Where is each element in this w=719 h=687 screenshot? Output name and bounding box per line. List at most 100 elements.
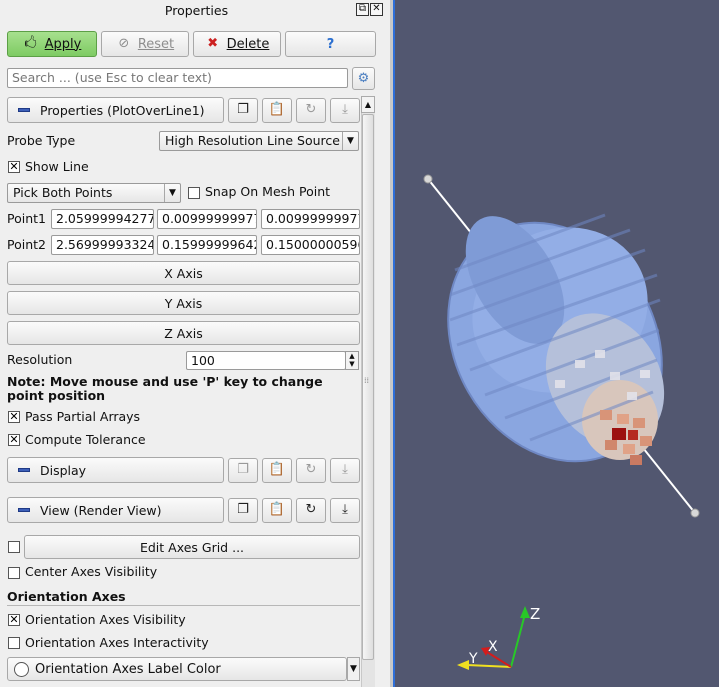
copy-icon: ❐ <box>237 502 249 517</box>
color-swatch-icon <box>14 661 29 677</box>
save-display-defaults-button[interactable]: ⤓ <box>330 458 360 483</box>
probe-type-label: Probe Type <box>7 133 76 148</box>
probe-point1-handle[interactable] <box>423 174 433 184</box>
reset-icon: ⊘ <box>118 36 130 51</box>
properties-section-label: Properties (PlotOverLine1) <box>40 102 205 118</box>
apply-icon: 🖒 <box>24 36 37 51</box>
resolution-stepper[interactable]: ▲ ▼ <box>345 351 359 370</box>
y-axis-label: Y <box>468 651 478 667</box>
reset-label: Reset <box>137 36 175 52</box>
paste-icon: 📋 <box>268 102 286 117</box>
orientation-axes-heading: Orientation Axes <box>7 589 126 604</box>
orientation-axes-interactivity-label: Orientation Axes Interactivity <box>25 635 209 650</box>
pass-partial-arrays-label: Pass Partial Arrays <box>25 409 141 424</box>
delete-icon: ✖ <box>207 36 219 51</box>
copy-view-button[interactable]: ❐ <box>228 498 258 523</box>
download-icon: ⤓ <box>342 102 348 117</box>
pick-points-value: Pick Both Points <box>13 185 113 200</box>
float-panel-button[interactable]: ⧉ <box>356 3 369 16</box>
grip-icon: ⁞⁞ <box>364 376 370 385</box>
save-view-defaults-button[interactable]: ⤓ <box>330 498 360 523</box>
point1-label: Point1 <box>7 211 46 226</box>
apply-button[interactable]: 🖒 Apply <box>7 31 97 57</box>
y-axis-label: Y Axis <box>164 295 203 311</box>
save-defaults-button[interactable]: ⤓ <box>330 98 360 123</box>
delete-button[interactable]: ✖ Delete <box>193 31 281 57</box>
display-section-label: Display <box>40 462 87 478</box>
edit-axes-grid-button[interactable]: Edit Axes Grid ... <box>24 535 360 559</box>
compute-tolerance-checkbox[interactable]: ✕ <box>8 434 20 446</box>
reset-button[interactable]: ⊘ Reset <box>101 31 189 57</box>
float-icon: ⧉ <box>358 3 367 14</box>
resolution-spinbox[interactable]: 100 <box>186 351 346 370</box>
orientation-axes-visibility-checkbox[interactable]: ✕ <box>8 614 20 626</box>
paste-icon: 📋 <box>268 462 286 477</box>
help-button[interactable]: ? <box>285 31 376 57</box>
close-icon: ✕ <box>372 3 381 14</box>
snap-mesh-point-label: Snap On Mesh Point <box>205 184 331 199</box>
x-axis-button[interactable]: X Axis <box>7 261 360 285</box>
paste-properties-button[interactable]: 📋 <box>262 98 292 123</box>
view-section-label: View (Render View) <box>40 502 162 518</box>
paste-display-button[interactable]: 📋 <box>262 458 292 483</box>
probe-point2-handle[interactable] <box>690 508 700 518</box>
orientation-axes-label-color-button[interactable]: Orientation Axes Label Color <box>7 657 347 681</box>
paste-view-button[interactable]: 📋 <box>262 498 292 523</box>
show-line-checkbox[interactable]: ✕ <box>8 161 20 173</box>
chevron-down-icon: ▼ <box>164 184 180 202</box>
point2-label: Point2 <box>7 237 46 252</box>
probe-type-value: High Resolution Line Source <box>165 133 340 148</box>
center-axes-visibility-checkbox[interactable] <box>8 567 20 579</box>
collapse-icon <box>18 508 30 512</box>
restore-defaults-button[interactable]: ↻ <box>296 98 326 123</box>
axes-grid-checkbox[interactable] <box>8 541 20 553</box>
download-icon: ⤓ <box>342 462 348 477</box>
show-line-label: Show Line <box>25 159 89 174</box>
gear-icon: ⚙ <box>357 70 370 86</box>
point2-y-input[interactable]: 0.1599999964237 <box>157 235 257 255</box>
copy-properties-button[interactable]: ❐ <box>228 98 258 123</box>
advanced-settings-button[interactable]: ⚙ <box>352 67 375 90</box>
display-section-toggle[interactable]: Display <box>7 457 224 483</box>
point1-y-input[interactable]: 0.0099999997765 <box>157 209 257 229</box>
point1-x-input[interactable]: 2.0599999427795 <box>51 209 154 229</box>
probe-note: Note: Move mouse and use 'P' key to chan… <box>7 374 323 403</box>
orientation-axes-visibility-label: Orientation Axes Visibility <box>25 612 186 627</box>
z-axis-button[interactable]: Z Axis <box>7 321 360 345</box>
copy-display-button[interactable]: ❐ <box>228 458 258 483</box>
probe-type-select[interactable]: High Resolution Line Source ▼ <box>159 131 359 151</box>
pick-points-select[interactable]: Pick Both Points ▼ <box>7 183 181 203</box>
panel-title: Properties <box>164 3 229 18</box>
x-axis-label: X Axis <box>164 265 203 281</box>
scroll-up-button[interactable]: ▲ <box>361 96 375 113</box>
close-panel-button[interactable]: ✕ <box>370 3 383 16</box>
chevron-down-icon: ▼ <box>342 132 358 150</box>
center-axes-visibility-label: Center Axes Visibility <box>25 564 158 579</box>
color-menu-button[interactable]: ▼ <box>347 657 360 681</box>
properties-panel: Properties ⧉ ✕ 🖒 Apply ⊘ Reset ✖ Delete … <box>0 0 393 687</box>
reload-icon: ↻ <box>305 502 317 517</box>
point2-z-input[interactable]: 0.1500000059604 <box>261 235 360 255</box>
compute-tolerance-label: Compute Tolerance <box>25 432 146 447</box>
y-axis-button[interactable]: Y Axis <box>7 291 360 315</box>
snap-mesh-point-checkbox[interactable] <box>188 187 200 199</box>
heading-divider <box>7 605 360 606</box>
pass-partial-arrays-checkbox[interactable]: ✕ <box>8 411 20 423</box>
restore-display-defaults-button[interactable]: ↻ <box>296 458 326 483</box>
properties-section-toggle[interactable]: Properties (PlotOverLine1) <box>7 97 224 123</box>
view-section-toggle[interactable]: View (Render View) <box>7 497 224 523</box>
download-icon: ⤓ <box>342 502 348 517</box>
reload-icon: ↻ <box>305 102 317 117</box>
search-input[interactable]: Search ... (use Esc to clear text) <box>7 68 348 88</box>
chevron-up-icon: ▲ <box>364 100 372 109</box>
collapse-icon <box>18 108 30 112</box>
resolution-label: Resolution <box>7 352 73 367</box>
collapse-icon <box>18 468 30 472</box>
render-view[interactable]: Z X Y <box>395 0 719 687</box>
restore-view-defaults-button[interactable]: ↻ <box>296 498 326 523</box>
orientation-axes-interactivity-checkbox[interactable] <box>8 637 20 649</box>
point2-x-input[interactable]: 2.5699999332428 <box>51 235 154 255</box>
render-canvas[interactable]: Z X Y <box>395 0 719 687</box>
point1-z-input[interactable]: 0.0099999997765 <box>261 209 360 229</box>
chevron-down-icon: ▼ <box>350 664 357 674</box>
